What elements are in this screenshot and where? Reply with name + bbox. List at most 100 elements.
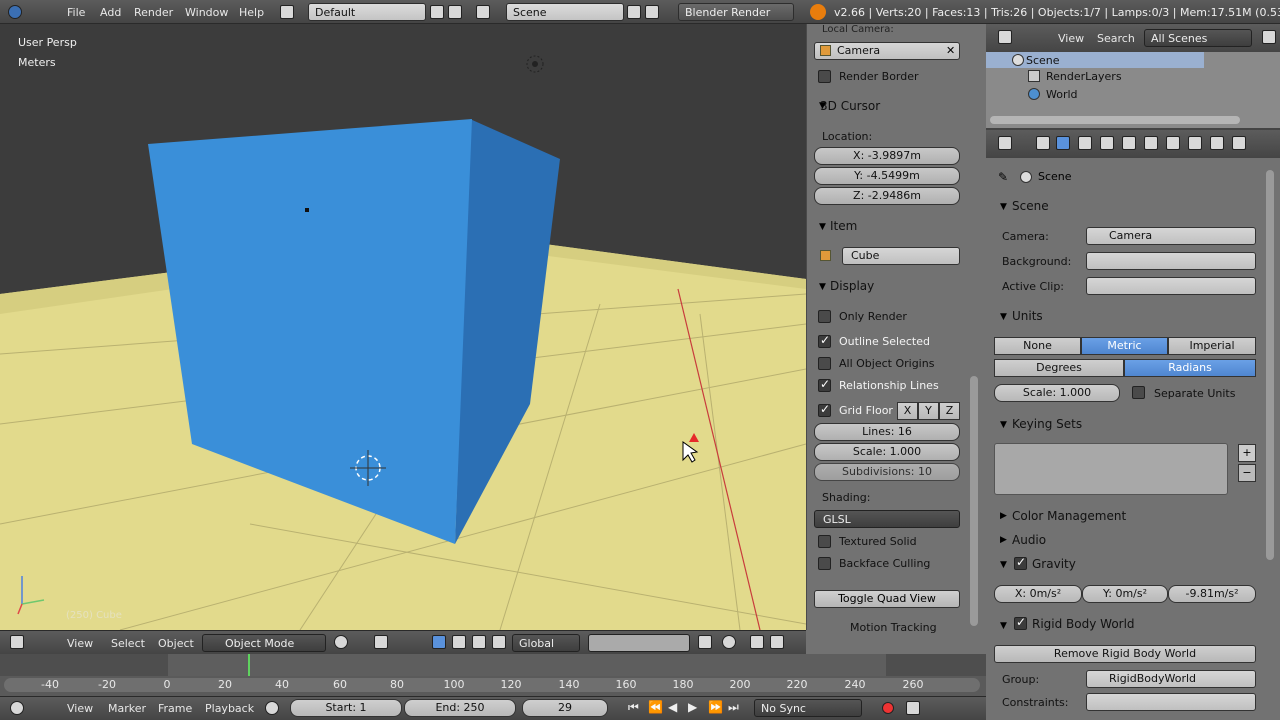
screen-layout-field[interactable]: Default xyxy=(308,3,426,21)
current-frame-field[interactable]: 29 xyxy=(522,699,608,717)
add-layout-icon[interactable] xyxy=(430,5,444,19)
play-reverse-icon[interactable]: ◀ xyxy=(668,700,677,714)
modifiers-tab-icon[interactable] xyxy=(1144,136,1158,150)
keying-sets-list[interactable] xyxy=(994,443,1228,495)
proportional-edit-icon[interactable] xyxy=(722,635,736,649)
properties-editor-icon[interactable] xyxy=(998,136,1012,150)
next-keyframe-icon[interactable]: ⏩ xyxy=(708,700,723,714)
remove-rigid-body-button[interactable]: Remove Rigid Body World xyxy=(994,645,1256,663)
scene-field[interactable]: Scene xyxy=(506,3,624,21)
collapse-arrow-icon[interactable]: ▼ xyxy=(819,282,826,292)
playback-menu[interactable]: Playback xyxy=(205,702,254,715)
grid-scale-field[interactable]: Scale: 1.000 xyxy=(814,443,960,461)
pin-icon[interactable]: ✎ xyxy=(998,170,1008,184)
3d-viewport[interactable]: User Persp Meters (250) Cube xyxy=(0,24,806,630)
local-camera-field[interactable]: Camera xyxy=(814,42,960,60)
backface-culling-checkbox[interactable] xyxy=(818,557,831,570)
outliner-filter-dropdown[interactable]: All Scenes xyxy=(1144,29,1252,47)
delete-scene-icon[interactable] xyxy=(645,5,659,19)
outliner-view-menu[interactable]: View xyxy=(1058,32,1084,45)
render-engine-dropdown[interactable]: Blender Render xyxy=(678,3,794,21)
toggle-quad-view-button[interactable]: Toggle Quad View xyxy=(814,590,960,608)
grid-floor-checkbox[interactable] xyxy=(818,402,831,417)
cursor-x-field[interactable]: X: -3.9897m xyxy=(814,147,960,165)
timeline-editor[interactable]: -40 -20 0 20 40 60 80 100 120 140 160 18… xyxy=(0,654,986,696)
background-field[interactable] xyxy=(1086,252,1256,270)
active-clip-field[interactable] xyxy=(1086,277,1256,295)
all-origins-checkbox[interactable] xyxy=(818,357,831,370)
rigid-body-checkbox[interactable] xyxy=(1014,615,1027,630)
layer-buttons[interactable] xyxy=(588,634,690,652)
keying-sets-header[interactable]: Keying Sets xyxy=(1012,417,1082,431)
units-panel-header[interactable]: Units xyxy=(1012,309,1043,323)
cursor-panel-header[interactable]: 3D Cursor xyxy=(820,99,880,113)
color-management-header[interactable]: Color Management xyxy=(1012,509,1126,523)
add-scene-icon[interactable] xyxy=(627,5,641,19)
end-frame-field[interactable]: End: 250 xyxy=(404,699,516,717)
outliner-item-scene[interactable]: Scene xyxy=(1026,54,1060,67)
display-panel-header[interactable]: Display xyxy=(830,279,874,293)
scene-tab-icon[interactable] xyxy=(1056,136,1070,150)
cursor-y-field[interactable]: Y: -4.5499m xyxy=(814,167,960,185)
timeline-view-menu[interactable]: View xyxy=(67,702,93,715)
gravity-z-field[interactable]: -9.81m/s² xyxy=(1168,585,1256,603)
delete-layout-icon[interactable] xyxy=(448,5,462,19)
gravity-header[interactable]: Gravity xyxy=(1032,557,1076,571)
view-menu[interactable]: View xyxy=(67,637,93,650)
start-frame-field[interactable]: Start: 1 xyxy=(290,699,402,717)
units-none-button[interactable]: None xyxy=(994,337,1081,355)
timeline-editor-icon[interactable] xyxy=(10,701,24,715)
screen-layout-icon[interactable] xyxy=(280,5,294,19)
npanel-scrollbar[interactable] xyxy=(970,376,978,626)
outline-selected-checkbox[interactable] xyxy=(818,333,831,348)
grid-lines-field[interactable]: Lines: 16 xyxy=(814,423,960,441)
outliner-item-renderlayers[interactable]: RenderLayers xyxy=(1046,70,1122,83)
radians-button[interactable]: Radians xyxy=(1124,359,1256,377)
expand-arrow-icon[interactable]: ▶ xyxy=(1000,535,1007,545)
scene-panel-header[interactable]: Scene xyxy=(1012,199,1049,213)
render-tab-icon[interactable] xyxy=(1036,136,1050,150)
rigid-body-header[interactable]: Rigid Body World xyxy=(1032,617,1135,631)
info-editor-icon[interactable] xyxy=(8,5,22,19)
units-metric-button[interactable]: Metric xyxy=(1081,337,1168,355)
cursor-z-field[interactable]: Z: -2.9486m xyxy=(814,187,960,205)
collapse-arrow-icon[interactable]: ▼ xyxy=(819,101,826,111)
scene-icon[interactable] xyxy=(476,5,490,19)
help-menu[interactable]: Help xyxy=(239,6,264,19)
unit-scale-field[interactable]: Scale: 1.000 xyxy=(994,384,1120,402)
scene-camera-field[interactable]: Camera xyxy=(1086,227,1256,245)
outliner-search-menu[interactable]: Search xyxy=(1097,32,1135,45)
current-frame-indicator[interactable] xyxy=(248,654,250,676)
file-menu[interactable]: File xyxy=(67,6,85,19)
snap-target-icon[interactable] xyxy=(770,635,784,649)
translate-icon[interactable] xyxy=(452,635,466,649)
units-imperial-button[interactable]: Imperial xyxy=(1168,337,1256,355)
viewport-scene[interactable] xyxy=(0,24,806,630)
grid-subdivisions-field[interactable]: Subdivisions: 10 xyxy=(814,463,960,481)
data-tab-icon[interactable] xyxy=(1166,136,1180,150)
collapse-arrow-icon[interactable]: ▼ xyxy=(819,222,826,232)
axis-y-toggle[interactable]: Y xyxy=(918,402,939,420)
remove-keying-set-icon[interactable]: − xyxy=(1238,464,1256,482)
axis-z-toggle[interactable]: Z xyxy=(939,402,960,420)
collapse-arrow-icon[interactable]: ▼ xyxy=(1000,420,1007,430)
render-border-checkbox[interactable] xyxy=(818,70,831,83)
axis-x-toggle[interactable]: X xyxy=(897,402,918,420)
gravity-checkbox[interactable] xyxy=(1014,555,1027,570)
add-menu[interactable]: Add xyxy=(100,6,121,19)
mode-dropdown[interactable]: Object Mode xyxy=(202,634,326,652)
item-name-field[interactable]: Cube xyxy=(842,247,960,265)
clear-camera-icon[interactable]: ✕ xyxy=(946,44,955,57)
frame-menu[interactable]: Frame xyxy=(158,702,192,715)
sync-dropdown[interactable]: No Sync xyxy=(754,699,862,717)
collapse-arrow-icon[interactable]: ▼ xyxy=(1000,312,1007,322)
prev-keyframe-icon[interactable]: ⏪ xyxy=(648,700,663,714)
record-icon[interactable] xyxy=(882,702,894,714)
only-render-checkbox[interactable] xyxy=(818,310,831,323)
object-menu[interactable]: Object xyxy=(158,637,194,650)
degrees-button[interactable]: Degrees xyxy=(994,359,1124,377)
scale-icon[interactable] xyxy=(492,635,506,649)
manipulator-icon[interactable] xyxy=(432,635,446,649)
object-tab-icon[interactable] xyxy=(1100,136,1114,150)
outliner-search-icon[interactable] xyxy=(1262,30,1276,44)
